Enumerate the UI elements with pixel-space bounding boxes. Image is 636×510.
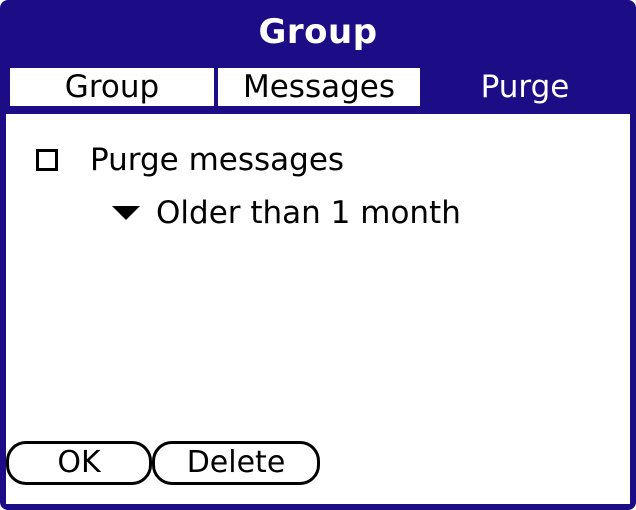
purge-messages-option[interactable]: Purge messages: [36, 140, 344, 180]
tab-purge[interactable]: Purge: [420, 64, 630, 110]
dialog-title: Group: [258, 12, 378, 52]
dialog-window: Group Group Messages Purge Purge message…: [0, 0, 636, 510]
delete-button[interactable]: Delete: [152, 441, 320, 485]
tab-divider: [6, 110, 630, 114]
dialog-body: Group Messages Purge Purge messages Olde…: [6, 64, 630, 504]
purge-messages-label: Purge messages: [90, 142, 345, 178]
purge-age-dropdown[interactable]: Older than 1 month: [112, 192, 461, 234]
tab-bar: Group Messages Purge: [6, 64, 630, 114]
purge-age-value: Older than 1 month: [156, 195, 461, 231]
tab-group[interactable]: Group: [6, 64, 218, 110]
tab-messages[interactable]: Messages: [214, 64, 424, 110]
checkbox-unchecked-icon[interactable]: [36, 149, 58, 171]
triangle-down-icon: [112, 206, 140, 220]
ok-button[interactable]: OK: [6, 441, 152, 485]
